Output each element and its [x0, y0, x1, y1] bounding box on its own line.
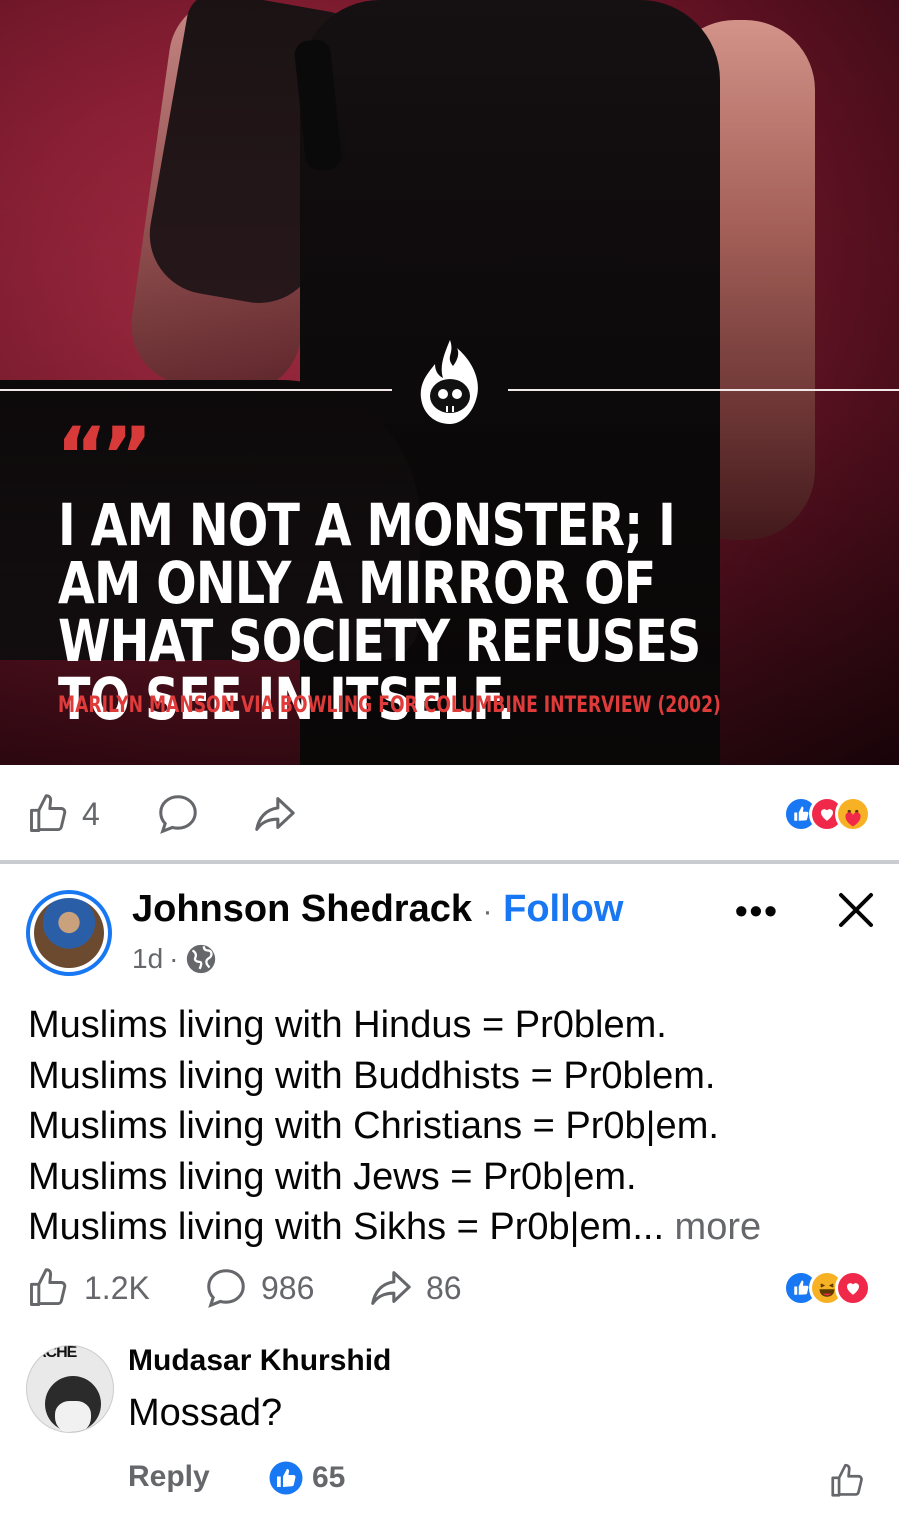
quote-attribution: MARILYN MANSON VIA BOWLING FOR COLUMBINE… — [58, 693, 721, 718]
post-divider — [0, 860, 899, 864]
meta-separator: · — [169, 943, 179, 974]
author-name[interactable]: Johnson Shedrack — [132, 888, 472, 930]
comment-count: 986 — [261, 1269, 315, 1306]
globe-icon[interactable] — [184, 942, 218, 976]
comment-icon — [207, 1269, 245, 1308]
reply-button[interactable]: Reply — [128, 1460, 210, 1494]
commenter-name[interactable]: Mudasar Khurshid — [128, 1344, 391, 1378]
close-icon[interactable] — [836, 890, 876, 930]
post-text-line: Muslims living with Sikhs = Pr0b|em... m… — [28, 1202, 888, 1253]
decorative-rule — [0, 389, 392, 391]
post-action-bar: 4 — [0, 788, 899, 840]
like-button[interactable]: 1.2K — [26, 1266, 150, 1310]
comment-like-button[interactable] — [828, 1462, 866, 1500]
decorative-rule — [508, 389, 899, 391]
thumbs-up-icon — [30, 794, 67, 832]
post-text-line: Muslims living with Christians = Pr0b|em… — [28, 1105, 719, 1147]
quote-mark: “” — [56, 412, 153, 502]
more-options-icon[interactable]: ••• — [735, 890, 779, 932]
share-button[interactable]: 86 — [366, 1265, 462, 1311]
post-text-line: Muslims living with Hindus = Pr0blem. — [28, 1004, 667, 1046]
commenter-avatar[interactable]: ACHE — [26, 1345, 114, 1433]
reaction-summary[interactable] — [783, 796, 871, 832]
love-reaction-icon — [835, 1270, 871, 1306]
comment-text: Mossad? — [128, 1392, 283, 1434]
share-icon — [371, 1271, 411, 1305]
like-reaction-icon — [269, 1461, 303, 1495]
post-text: Muslims living with Hindus = Pr0blem. Mu… — [28, 1000, 888, 1253]
share-button[interactable] — [250, 791, 298, 837]
comment-button[interactable] — [155, 791, 201, 837]
reaction-summary[interactable] — [783, 1270, 871, 1306]
avatar-caption: ACHE — [35, 1345, 77, 1361]
like-count: 1.2K — [84, 1269, 150, 1306]
comment-like-count: 65 — [312, 1461, 346, 1494]
post-meta: 1d · — [132, 942, 218, 976]
care-reaction-icon — [835, 796, 871, 832]
post-action-bar: 1.2K 986 86 — [0, 1262, 899, 1314]
comment-reactions[interactable]: 65 — [268, 1460, 345, 1496]
like-count: 4 — [82, 795, 100, 832]
thumbs-up-icon — [30, 1268, 67, 1306]
post-text-last: Muslims living with Sikhs = Pr0b|em... — [28, 1206, 664, 1248]
flaming-skull-icon — [420, 340, 478, 424]
see-more-link[interactable]: more — [664, 1206, 762, 1248]
post-image[interactable]: “” I AM NOT A MONSTER; I AM ONLY A MIRRO… — [0, 0, 899, 765]
separator: · — [482, 895, 493, 928]
author-avatar[interactable] — [26, 890, 112, 976]
comment-icon — [159, 795, 197, 834]
like-button[interactable]: 4 — [26, 792, 100, 836]
comment-button[interactable]: 986 — [203, 1265, 314, 1311]
post-text-line: Muslims living with Jews = Pr0b|em. — [28, 1155, 637, 1198]
share-count: 86 — [426, 1269, 462, 1306]
share-icon — [255, 797, 295, 831]
follow-button[interactable]: Follow — [503, 888, 623, 930]
post-time[interactable]: 1d — [132, 943, 163, 975]
post-author-line: Johnson Shedrack · Follow — [132, 888, 623, 931]
post-text-line: Muslims living with Buddhists = Pr0blem. — [28, 1054, 716, 1097]
